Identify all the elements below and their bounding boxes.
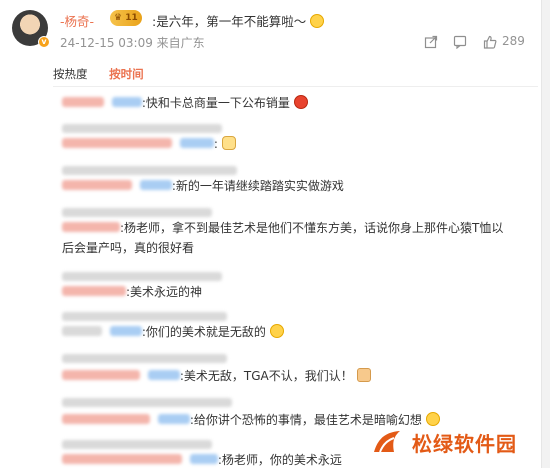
commenter-name[interactable]: [62, 222, 120, 232]
comment-text: :快和卡总商量一下公布销量: [141, 96, 290, 110]
comment-text: :美术永远的神: [126, 285, 203, 299]
comment-text-cont: 后会量产吗，真的很好看: [62, 241, 195, 255]
watermark-text: 松绿软件园: [412, 432, 517, 456]
comment-text: :杨老师，你的美术永远: [217, 453, 342, 467]
like-count: 289: [502, 34, 525, 48]
comment-text: :美术无敌，TGA不认，我们认！: [179, 369, 353, 383]
commenter-badge: [139, 180, 172, 190]
commenter-name[interactable]: [62, 97, 104, 107]
commenter-name[interactable]: [62, 414, 150, 424]
tab-sort-time[interactable]: 按时间: [109, 66, 144, 82]
reply-line: [62, 348, 227, 363]
comment-item: :杨老师，拿不到最佳艺术是他们不懂东方美，话说你身上那件心猿T恤以: [62, 218, 503, 238]
commenter-name[interactable]: [62, 138, 172, 148]
commenter-badge: [111, 97, 142, 107]
vip-level: 11: [125, 13, 138, 23]
like-icon[interactable]: [483, 34, 497, 49]
watermark-logo-icon: [372, 428, 404, 456]
commenter-badge: [189, 454, 218, 464]
commenter-name[interactable]: [62, 286, 126, 296]
comment-item: :: [62, 134, 236, 154]
tab-sort-hot[interactable]: 按热度: [53, 66, 88, 82]
commenter-name[interactable]: [62, 370, 140, 380]
angry-emoji-icon: [293, 95, 308, 109]
comment-item: :美术无敌，TGA不认，我们认！: [62, 366, 371, 386]
reply-line: [62, 434, 212, 449]
comment-item: :你们的美术就是无敌的: [62, 322, 284, 342]
comment-text: :你们的美术就是无敌的: [141, 325, 266, 339]
thumbs-up-emoji-icon: [356, 368, 371, 382]
watermark: 松绿软件园: [372, 426, 544, 458]
scrollbar[interactable]: [541, 0, 550, 468]
vip-badge: ♛ 11: [110, 10, 142, 26]
reply-line: [62, 306, 227, 321]
sort-tabs: 按热度 按时间: [53, 66, 162, 84]
reply-line: [62, 118, 222, 133]
comment-text: :: [213, 137, 218, 151]
verified-icon: v: [38, 36, 50, 48]
comment-item: :杨老师，你的美术永远: [62, 450, 342, 468]
post-text-content: :是六年，第一年不能算啦～: [152, 14, 307, 29]
divider: [53, 86, 538, 87]
post-text: :是六年，第一年不能算啦～: [152, 11, 325, 30]
post-header: v -杨奇- ♛ 11 :是六年，第一年不能算啦～ 24-12-15 03:09…: [12, 8, 538, 54]
username[interactable]: -杨奇-: [60, 11, 94, 30]
commenter-name[interactable]: [62, 326, 102, 336]
reply-line: [62, 160, 237, 175]
comment-item: :美术永远的神: [62, 282, 202, 302]
comment-text: :杨老师，拿不到最佳艺术是他们不懂东方美，话说你身上那件心猿T恤以: [120, 221, 504, 235]
reply-line: [62, 392, 232, 407]
commenter-badge: [179, 138, 214, 148]
commenter-badge: [157, 414, 190, 424]
dog-emoji-icon: [221, 136, 236, 150]
comment-item: :快和卡总商量一下公布销量: [62, 93, 308, 113]
post-meta: 24-12-15 03:09 来自广东: [60, 36, 205, 50]
comment-text: :给你讲个恐怖的事情，最佳艺术是暗喻幻想: [189, 413, 422, 427]
commenter-badge: [109, 326, 142, 336]
commenter-name[interactable]: [62, 180, 132, 190]
share-icon[interactable]: [424, 34, 438, 49]
reply-line: [62, 266, 222, 281]
commenter-name[interactable]: [62, 454, 182, 464]
comment-icon[interactable]: [453, 34, 467, 50]
grin-emoji-icon: [310, 14, 325, 28]
reply-line: [62, 202, 212, 217]
comment-item: :新的一年请继续踏踏实实做游戏: [62, 176, 344, 196]
sweat-emoji-icon: [425, 412, 440, 426]
commenter-badge: [147, 370, 180, 380]
cry-emoji-icon: [269, 324, 284, 338]
comment-text: :新的一年请继续踏踏实实做游戏: [171, 179, 344, 193]
